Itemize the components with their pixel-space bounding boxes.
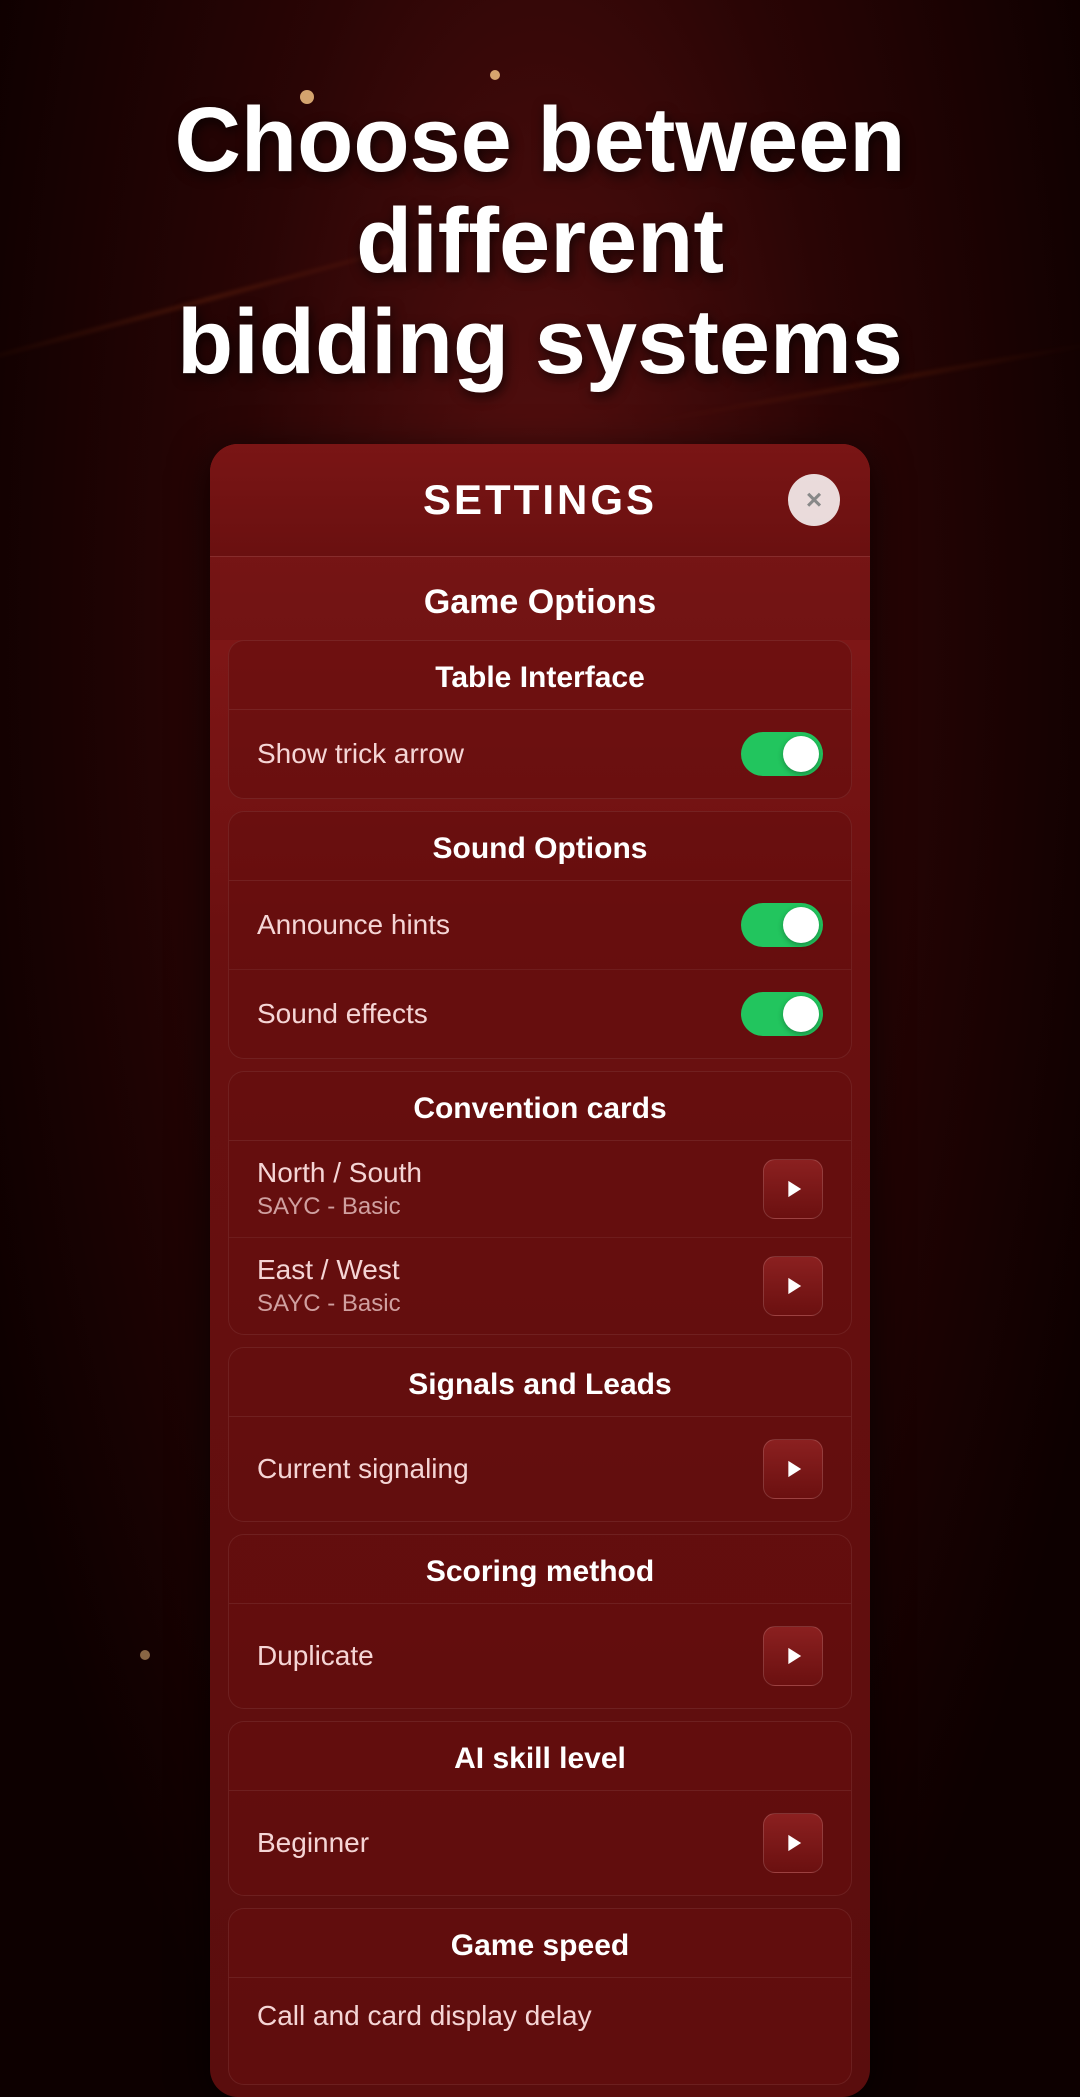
ai-skill-arrow-button[interactable] [763, 1813, 823, 1873]
current-signaling-arrow-button[interactable] [763, 1439, 823, 1499]
show-trick-arrow-label: Show trick arrow [257, 738, 464, 770]
call-and-card-label: Call and card display delay [257, 2000, 592, 2032]
show-trick-arrow-row: Show trick arrow [229, 710, 851, 798]
beginner-row: Beginner [229, 1791, 851, 1895]
convention-cards-header: Convention cards [229, 1072, 851, 1141]
east-west-label: East / West [257, 1254, 401, 1286]
call-and-card-row: Call and card display delay [229, 1978, 851, 2054]
close-button[interactable]: × [788, 474, 840, 526]
play-icon [779, 1272, 807, 1300]
signals-leads-header: Signals and Leads [229, 1348, 851, 1417]
duplicate-label: Duplicate [257, 1640, 374, 1672]
table-interface-header: Table Interface [229, 641, 851, 710]
scoring-method-header: Scoring method [229, 1535, 851, 1604]
convention-cards-group: Convention cards North / South SAYC - Ba… [228, 1071, 852, 1335]
game-speed-header: Game speed [229, 1909, 851, 1978]
scoring-method-group: Scoring method Duplicate [228, 1534, 852, 1709]
play-icon [779, 1175, 807, 1203]
ai-skill-level-group: AI skill level Beginner [228, 1721, 852, 1896]
settings-header: SETTINGS × [210, 444, 870, 557]
play-icon [779, 1455, 807, 1483]
sound-effects-label: Sound effects [257, 998, 428, 1030]
current-signaling-label: Current signaling [257, 1453, 469, 1485]
table-interface-group: Table Interface Show trick arrow [228, 640, 852, 799]
sound-options-group: Sound Options Announce hints Sound effec… [228, 811, 852, 1059]
duplicate-row: Duplicate [229, 1604, 851, 1708]
announce-hints-label: Announce hints [257, 909, 450, 941]
east-west-arrow-button[interactable] [763, 1256, 823, 1316]
ai-skill-level-header: AI skill level [229, 1722, 851, 1791]
settings-title: SETTINGS [423, 476, 657, 524]
announce-hints-toggle[interactable] [741, 903, 823, 947]
game-options-label: Game Options [210, 557, 870, 640]
settings-panel: SETTINGS × Game Options Table Interface … [210, 444, 870, 2097]
hero-heading: Choose between different bidding systems [0, 0, 1080, 444]
hero-line2: different [356, 190, 724, 292]
show-trick-arrow-toggle[interactable] [741, 732, 823, 776]
sound-effects-row: Sound effects [229, 970, 851, 1058]
hero-line3: bidding systems [177, 291, 903, 393]
sound-effects-toggle[interactable] [741, 992, 823, 1036]
play-icon [779, 1642, 807, 1670]
north-south-arrow-button[interactable] [763, 1159, 823, 1219]
scoring-method-arrow-button[interactable] [763, 1626, 823, 1686]
north-south-label: North / South [257, 1157, 422, 1189]
north-south-row: North / South SAYC - Basic [229, 1141, 851, 1238]
close-icon: × [806, 484, 822, 516]
hero-line1: Choose between [174, 89, 905, 191]
current-signaling-row: Current signaling [229, 1417, 851, 1521]
east-west-value: SAYC - Basic [257, 1290, 401, 1318]
announce-hints-row: Announce hints [229, 881, 851, 970]
sound-options-header: Sound Options [229, 812, 851, 881]
east-west-row: East / West SAYC - Basic [229, 1238, 851, 1334]
play-icon [779, 1829, 807, 1857]
signals-leads-group: Signals and Leads Current signaling [228, 1347, 852, 1522]
beginner-label: Beginner [257, 1827, 369, 1859]
north-south-value: SAYC - Basic [257, 1193, 422, 1221]
game-speed-group: Game speed Call and card display delay [228, 1908, 852, 2085]
